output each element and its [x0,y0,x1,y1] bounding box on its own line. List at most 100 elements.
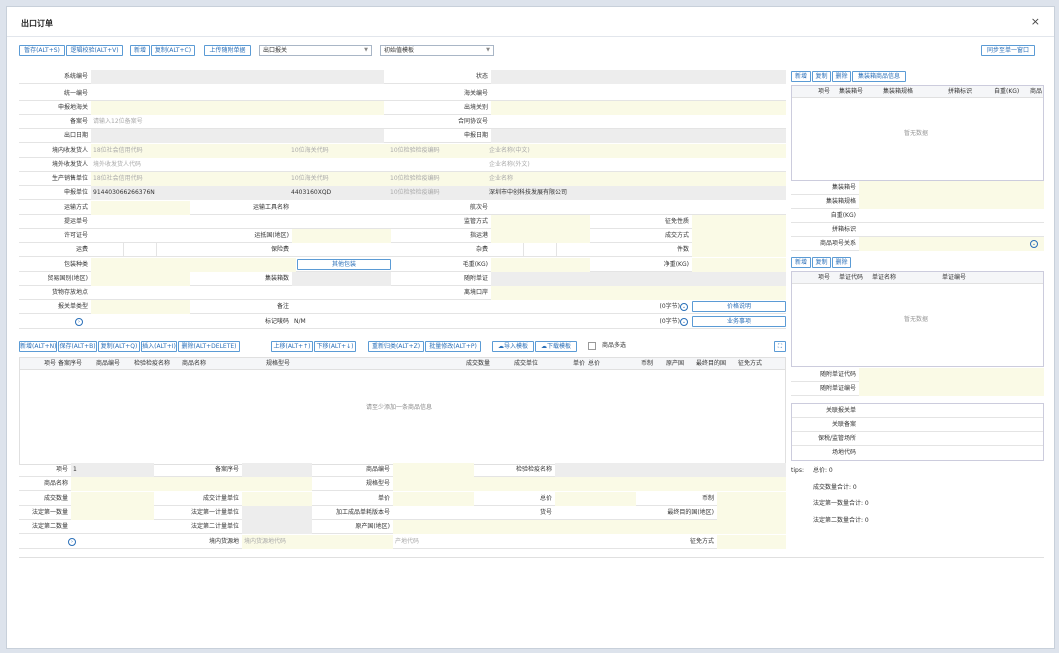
expand-icon[interactable]: › [68,538,76,546]
misc-fee-field[interactable] [491,243,524,257]
remark-input[interactable] [292,300,662,314]
misc-fee-field[interactable] [557,243,590,257]
container-weight-field[interactable] [859,209,1044,223]
renumber-button[interactable]: 重新归类(ALT+Z) [368,341,424,352]
freight-field[interactable] [157,243,190,257]
template-select[interactable]: 初始值模板 ▼ [380,45,494,56]
decl-form-type-field[interactable] [91,300,190,314]
other-package-button[interactable]: 其他包装 [297,259,391,270]
copy-button[interactable]: 复制(ALT+C) [151,45,195,56]
related-decl-field[interactable] [859,404,1043,418]
batch-edit-button[interactable]: 批量修改(ALT+P) [425,341,481,352]
docs-copy-button[interactable]: 复制 [812,257,831,268]
goods-delete-button[interactable]: 删除(ALT+DELETE) [178,341,240,352]
download-template-button[interactable]: ☁下载模板 [535,341,577,352]
currency-field[interactable] [717,492,786,506]
marks-input[interactable]: N/M [292,315,592,329]
container-no-field[interactable] [859,181,1044,195]
consignor-customs-input[interactable]: 10位海关代码 [289,144,388,158]
legal-qty2-field[interactable] [71,520,154,534]
freight-field[interactable] [124,243,157,257]
bonded-place-field[interactable] [859,432,1043,446]
producer-name-input[interactable]: 企业名称 [487,172,786,186]
contract-no-field[interactable] [491,115,786,129]
consignor-name-input[interactable]: 企业名称(中文) [487,144,786,158]
producer-customs-input[interactable]: 10位海关代码 [289,172,388,186]
goods-insert-button[interactable]: 插入(ALT+I) [141,341,177,352]
record-no-input[interactable]: 请输入12位备案号 [91,115,384,129]
container-goods-button[interactable]: 集装箱商品信息 [852,71,906,82]
insurance-field[interactable] [292,243,391,257]
business-items-button[interactable]: 业务事项 [692,316,786,327]
docs-new-button[interactable]: 新增 [791,257,811,268]
declarant-ciq-input[interactable]: 10位检验检疫编码 [388,186,487,200]
misc-fee-field[interactable] [524,243,557,257]
legal-qty1-field[interactable] [71,506,154,520]
chevron-down-icon[interactable]: ⌄ [1030,240,1038,248]
freight-field[interactable] [91,243,124,257]
gross-weight-field[interactable] [491,258,590,272]
site-code-field[interactable] [859,446,1043,460]
unit-price-field[interactable] [393,492,474,506]
import-template-button[interactable]: ☁导入模板 [492,341,534,352]
overseas-name-input[interactable]: 企业名称(外文) [487,158,786,172]
declare-customs-field[interactable] [91,101,384,115]
version-no-field[interactable] [393,506,474,520]
goods-up-button[interactable]: 上移(ALT+↑) [271,341,313,352]
trade-country-field[interactable] [91,272,190,286]
customs-no-field[interactable] [491,87,786,101]
ciq-name-field[interactable] [555,463,786,477]
check-button[interactable]: 逻辑校验(ALT+V) [66,45,123,56]
declare-date-field[interactable] [491,129,786,143]
goods-new-button[interactable]: 新增(ALT+N) [19,341,57,352]
consignor-credit-input[interactable]: 18位社会信用代码 [91,144,289,158]
doc-code-field[interactable] [859,368,1044,382]
record-seq-field[interactable] [242,463,312,477]
container-spec-field[interactable] [859,195,1044,209]
transport-mode-field[interactable] [91,201,190,215]
dest-port-field[interactable] [491,229,590,243]
goods-save-button[interactable]: 保存(ALT+B) [58,341,97,352]
multi-select-checkbox[interactable] [588,342,596,350]
deal-unit-field[interactable] [242,492,312,506]
voyage-no-field[interactable] [491,201,786,215]
chevron-down-icon[interactable]: ⌄ [680,318,688,326]
final-dest-field[interactable] [717,506,786,520]
container-delete-button[interactable]: 删除 [832,71,851,82]
exemption-field[interactable] [717,535,786,549]
license-no-field[interactable] [91,229,190,243]
doc-no-field[interactable] [859,382,1044,396]
container-copy-button[interactable]: 复制 [812,71,831,82]
container-new-button[interactable]: 新增 [791,71,811,82]
chevron-down-icon[interactable]: ⌄ [680,303,688,311]
fullscreen-icon[interactable]: ⛶ [774,341,786,352]
origin-code-input[interactable]: 产地代码 [393,535,636,549]
unified-no-field[interactable] [91,87,384,101]
deal-qty-field[interactable] [71,492,154,506]
export-date-field[interactable] [91,129,384,143]
producer-ciq-input[interactable]: 10位检验检疫编码 [388,172,487,186]
consignor-ciq-input[interactable]: 10位检验检疫编码 [388,144,487,158]
container-lcl-field[interactable] [859,223,1044,237]
arrival-country-field[interactable] [292,229,391,243]
pieces-field[interactable] [692,243,786,257]
new-button[interactable]: 新增 [130,45,150,56]
package-type-field[interactable] [91,258,296,272]
goods-down-button[interactable]: 下移(ALT+↓) [314,341,356,352]
transport-name-field[interactable] [292,201,391,215]
related-record-field[interactable] [859,418,1043,432]
levy-nature-field[interactable] [692,215,786,229]
total-price-field[interactable] [555,492,636,506]
price-note-button[interactable]: 价格说明 [692,301,786,312]
spec-field[interactable] [393,477,786,491]
save-button[interactable]: 暂存(ALT+S) [19,45,65,56]
close-icon[interactable]: × [1031,15,1040,28]
storage-place-field[interactable] [91,286,391,300]
goods-copy-button[interactable]: 复制(ALT+Q) [98,341,140,352]
item-code-field[interactable] [555,506,636,520]
docs-delete-button[interactable]: 删除 [832,257,851,268]
net-weight-field[interactable] [692,258,786,272]
exit-port-field[interactable] [491,286,786,300]
origin-country-field[interactable] [393,520,786,534]
deal-mode-field[interactable] [692,229,786,243]
